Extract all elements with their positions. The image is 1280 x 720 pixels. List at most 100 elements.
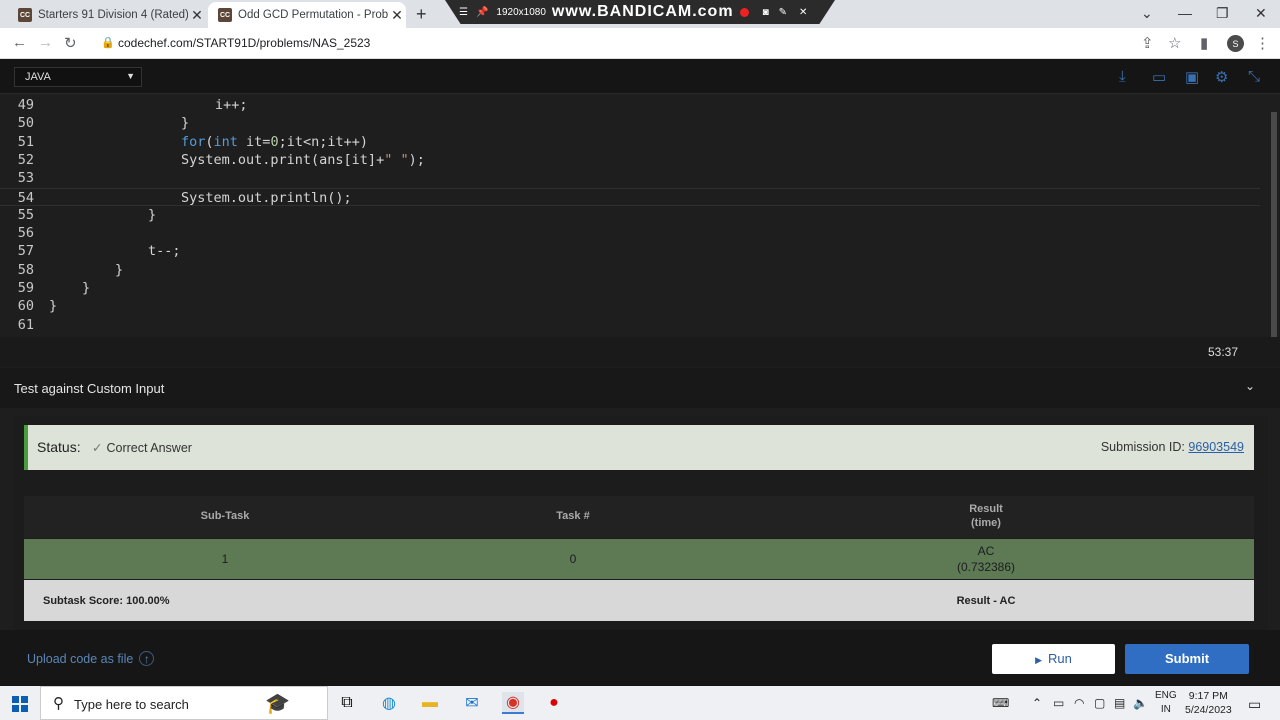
code-line: 50} <box>17 115 190 132</box>
windows-taskbar: ⚲ Type here to search 🎓 ⧉ ◍ ▬ ✉ ◉ ● ⌨ ⌃ … <box>0 686 1280 720</box>
tab-starters[interactable]: CC Starters 91 Division 4 (Rated) Coding… <box>8 2 206 28</box>
language-value: JAVA <box>25 71 51 83</box>
tray-expand-icon[interactable]: ⌃ <box>1032 696 1042 710</box>
code-line: 51 for(int it=0;it<n;it++) <box>17 133 368 150</box>
close-tab-icon[interactable]: ✕ <box>388 7 406 24</box>
submission-id-link[interactable]: 96903549 <box>1188 440 1244 454</box>
chevron-down-icon: ⌄ <box>1245 379 1256 393</box>
keyboard-icon[interactable]: ⌨ <box>992 696 1009 710</box>
table-row: 1 0 AC (0.732386) <box>24 539 1254 579</box>
menu-icon[interactable]: ☰ <box>459 7 468 18</box>
play-icon: ▶ <box>1035 655 1043 665</box>
search-icon: ⚲ <box>53 695 64 712</box>
edge-icon[interactable]: ◍ <box>378 692 400 714</box>
custom-input-label: Test against Custom Input <box>14 381 165 396</box>
mail-icon[interactable]: ✉ <box>461 692 483 714</box>
run-button[interactable]: ▶ Run <box>992 644 1115 674</box>
profile-avatar[interactable]: S <box>1227 35 1244 52</box>
record-icon[interactable] <box>739 7 749 17</box>
language-select[interactable]: JAVA ▼ <box>14 67 142 87</box>
code-text: } <box>148 206 157 223</box>
cell-task: 0 <box>569 552 577 566</box>
code-line: 60} <box>17 298 58 315</box>
header-subtask: Sub-Task <box>200 510 250 522</box>
close-window-icon[interactable]: ✕ <box>1255 5 1267 22</box>
check-icon: ✓ <box>92 441 103 455</box>
reload-icon[interactable]: ↻ <box>64 34 77 52</box>
wifi-icon[interactable]: ◠ <box>1074 696 1084 710</box>
lock-icon: 🔒 <box>101 37 115 49</box>
code-text: } <box>115 261 124 278</box>
close-tab-icon[interactable]: ✕ <box>188 7 206 24</box>
pencil-icon[interactable]: ✎ <box>779 7 787 18</box>
bandicam-icon[interactable]: ● <box>543 692 565 714</box>
contest-timer: 53:37 <box>1208 345 1239 359</box>
header-task: Task # <box>556 510 590 522</box>
camera-icon[interactable]: ◙ <box>763 7 769 18</box>
status-banner: Status: ✓ Correct Answer Submission ID: 9… <box>24 425 1254 470</box>
maximize-icon[interactable]: ❐ <box>1216 5 1229 22</box>
code-line: 52 System.out.print(ans[it]+" "); <box>17 151 425 168</box>
bookmark-star-icon[interactable]: ☆ <box>1168 34 1181 52</box>
tab-search-chevron-icon[interactable]: ⌄ <box>1141 5 1153 22</box>
taskbar-search[interactable]: ⚲ Type here to search 🎓 <box>40 686 328 720</box>
header-result: Result <box>969 503 1003 515</box>
address-bar: ← → ↻ 🔒 codechef.com/START91D/problems/N… <box>0 28 1280 59</box>
submission-id: Submission ID: 96903549 <box>1100 440 1244 454</box>
cell-result: AC <box>977 544 995 558</box>
side-panel-icon[interactable]: ▮ <box>1200 34 1208 52</box>
graduation-cap-icon: 🎓 <box>265 693 290 715</box>
share-icon[interactable]: ⇪ <box>1141 34 1154 52</box>
code-editor[interactable]: 49 i++; 50} 51 for(int it=0;it<n;it++) 52 S… <box>0 96 1270 336</box>
url-field[interactable]: codechef.com/START91D/problems/NAS_2523 <box>118 36 370 50</box>
browser-menu-icon[interactable]: ⋮ <box>1255 34 1270 52</box>
code-text: } <box>49 298 58 315</box>
battery-icon[interactable]: ▭ <box>1053 696 1064 710</box>
input-language[interactable]: ENG IN <box>1155 689 1177 717</box>
editor-toolbar: JAVA ▼ ⤓ ▭ ▣ ⚙ ⤡ <box>0 59 1280 94</box>
upload-code-link[interactable]: Upload code as file ↑ <box>27 651 155 666</box>
download-icon[interactable]: ⤓ <box>1119 68 1126 85</box>
fullscreen-icon[interactable]: ⤡ <box>1248 68 1260 85</box>
settings-gear-icon[interactable]: ⚙ <box>1215 68 1228 86</box>
submit-button[interactable]: Submit <box>1125 644 1249 674</box>
tab-title: Starters 91 Division 4 (Rated) Coding <box>38 9 188 21</box>
code-text: i++; <box>215 97 248 113</box>
pin-icon[interactable]: 📌 <box>476 7 488 18</box>
minimize-icon[interactable]: — <box>1178 5 1192 21</box>
cell-subtask: 1 <box>221 552 229 566</box>
code-text: } <box>82 280 91 296</box>
new-tab-button[interactable]: + <box>416 4 427 25</box>
status-label: Status: <box>37 439 81 455</box>
forward-icon[interactable]: → <box>38 34 53 51</box>
reset-icon[interactable]: ▭ <box>1152 68 1166 86</box>
windows-start-icon[interactable] <box>12 696 28 712</box>
caret-down-icon: ▼ <box>126 71 135 81</box>
notifications-icon[interactable]: ▭ <box>1248 696 1261 713</box>
action-bar: Upload code as file ↑ ▶ Run Submit <box>0 630 1280 686</box>
close-recorder-icon[interactable]: ✕ <box>799 7 807 18</box>
meet-icon[interactable]: ▤ <box>1114 696 1125 710</box>
save-icon[interactable]: ▣ <box>1185 68 1199 86</box>
status-value: ✓ Correct Answer <box>92 441 192 455</box>
clock[interactable]: 9:17 PM 5/24/2023 <box>1185 689 1232 717</box>
back-icon[interactable]: ← <box>12 34 27 51</box>
recorder-resolution: 1920x1080 <box>496 6 546 18</box>
file-explorer-icon[interactable]: ▬ <box>419 692 441 714</box>
code-line: 57 t--; <box>17 243 181 260</box>
custom-input-toggle[interactable]: Test against Custom Input ⌄ <box>0 368 1280 408</box>
codechef-favicon-icon: CC <box>218 8 232 22</box>
tab-odd-gcd[interactable]: CC Odd GCD Permutation - Problem ✕ <box>208 2 406 28</box>
code-text: System.out.println(); <box>181 189 352 206</box>
code-line: 49 i++; <box>17 97 248 113</box>
volume-mute-icon[interactable]: 🔈 <box>1133 696 1148 710</box>
code-line-current: 54 System.out.println(); <box>0 187 1260 206</box>
tray-app-icon[interactable]: ▢ <box>1094 696 1105 710</box>
editor-scrollbar[interactable] <box>1271 112 1277 337</box>
chrome-icon[interactable]: ◉ <box>502 692 524 714</box>
task-view-icon[interactable]: ⧉ <box>336 692 358 714</box>
code-line: 55} <box>17 206 157 223</box>
result-summary: Result - AC <box>956 595 1016 607</box>
code-text: } <box>181 115 190 132</box>
browser-tab-strip: CC Starters 91 Division 4 (Rated) Coding… <box>0 0 1280 28</box>
